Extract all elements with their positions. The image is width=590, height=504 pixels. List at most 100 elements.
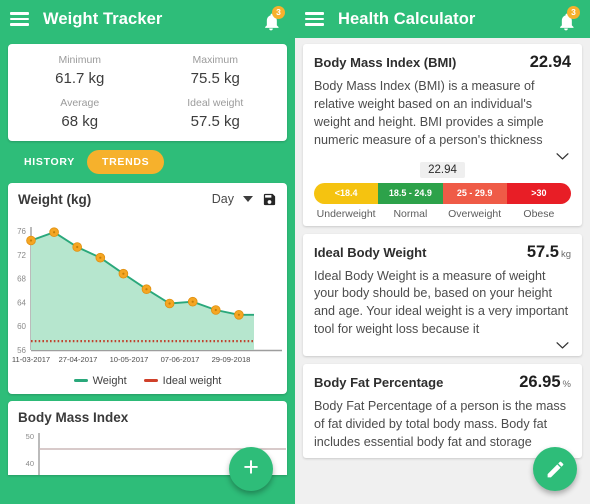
- y-axis-ticks: 76 72 68 64 60 56: [17, 227, 26, 355]
- weight-line-chart: 76 72 68 64 60 56 11-03-2017 27-04-2017 …: [12, 226, 282, 364]
- card-title: Ideal Body Weight: [314, 244, 427, 260]
- tab-history[interactable]: HISTORY: [12, 150, 87, 174]
- hamburger-icon[interactable]: [10, 12, 29, 26]
- card-body-mass-index[interactable]: Body Mass Index (BMI) 22.94 Body Mass In…: [303, 44, 582, 226]
- summary-maximum: Maximum 75.5 kg: [148, 53, 284, 87]
- summary-label: Average: [60, 96, 100, 109]
- weight-chart-plot: 76 72 68 64 60 56 11-03-2017 27-04-2017 …: [8, 211, 287, 374]
- svg-text:64: 64: [17, 298, 26, 307]
- hamburger-icon[interactable]: [305, 12, 324, 26]
- x-axis-ticks: 11-03-2017 27-04-2017 10-05-2017 07-06-2…: [12, 355, 251, 364]
- page-title: Health Calculator: [338, 9, 476, 28]
- summary-row: Minimum 61.7 kg Maximum 75.5 kg: [12, 53, 283, 87]
- notification-bell-button[interactable]: 3: [554, 6, 580, 32]
- summary-ideal-weight: Ideal weight 57.5 kg: [148, 96, 284, 130]
- bmi-segment-overweight: 25 - 29.9: [442, 182, 507, 204]
- calculator-card-list: Body Mass Index (BMI) 22.94 Body Mass In…: [295, 38, 590, 458]
- pencil-icon: [547, 461, 563, 477]
- bmi-label-overweight: Overweight: [448, 207, 502, 220]
- tab-bar: HISTORY TRENDS: [0, 141, 295, 183]
- summary-label: Ideal weight: [187, 96, 244, 109]
- legend-item-weight: Weight: [73, 374, 127, 387]
- tab-trends[interactable]: TRENDS: [87, 149, 165, 174]
- summary-label: Minimum: [58, 54, 102, 66]
- page-title: Weight Tracker: [43, 9, 163, 28]
- card-header: Body Fat Percentage 26.95 %: [314, 373, 571, 392]
- summary-label: Maximum: [192, 54, 238, 66]
- bmi-segment-obese: >30: [506, 182, 571, 204]
- card-header: Body Mass Index (BMI) 22.94: [314, 53, 571, 72]
- card-header: Ideal Body Weight 57.5 kg: [314, 243, 571, 262]
- save-icon[interactable]: [262, 192, 277, 207]
- bmi-segment-normal: 18.5 - 24.9: [378, 182, 443, 204]
- card-body-fat-percentage[interactable]: Body Fat Percentage 26.95 % Body Fat Per…: [303, 364, 582, 458]
- bmi-scale-bar: <18.4 18.5 - 24.9 25 - 29.9 >30: [314, 182, 571, 204]
- right-pane-health-calculator: Health Calculator 3 Body Mass Index (BMI…: [295, 0, 590, 504]
- card-value: 26.95: [519, 373, 561, 391]
- notification-badge: 3: [567, 6, 580, 19]
- bmi-y-ticks: 50 40: [26, 432, 34, 468]
- legend-swatch: [143, 379, 158, 382]
- bmi-label-underweight: Underweight: [316, 207, 376, 220]
- chart-header: Weight (kg) Day: [8, 183, 287, 211]
- left-pane-weight-tracker: Weight Tracker 3 Minimum 61.7 kg Maximum…: [0, 0, 295, 504]
- summary-value: 57.5 kg: [190, 112, 240, 130]
- card-description: Ideal Body Weight is a measure of weight…: [314, 268, 569, 337]
- svg-text:72: 72: [17, 250, 26, 259]
- notification-badge: 3: [272, 6, 285, 19]
- period-select[interactable]: Day: [212, 192, 234, 206]
- card-title: Body Fat Percentage: [314, 375, 444, 390]
- svg-text:76: 76: [17, 227, 26, 236]
- chart-controls: Day: [212, 192, 277, 207]
- weight-summary-card: Minimum 61.7 kg Maximum 75.5 kg Average …: [8, 44, 287, 141]
- left-appbar: Weight Tracker 3: [0, 0, 295, 38]
- plus-icon: +: [243, 452, 259, 482]
- svg-text:60: 60: [17, 322, 26, 331]
- svg-text:27-04-2017: 27-04-2017: [59, 355, 98, 364]
- summary-value: 61.7 kg: [55, 69, 105, 87]
- bmi-marker-value: 22.94: [420, 161, 465, 178]
- card-ideal-body-weight[interactable]: Ideal Body Weight 57.5 kg Ideal Body Wei…: [303, 233, 582, 356]
- svg-text:11-03-2017: 11-03-2017: [12, 355, 50, 364]
- card-title: Body Mass Index (BMI): [314, 55, 457, 70]
- card-description: Body Mass Index (BMI) is a measure of re…: [314, 79, 544, 147]
- chart-legend: Weight Ideal weight: [8, 374, 287, 394]
- summary-row: Average 68 kg Ideal weight 57.5 kg: [12, 96, 283, 130]
- svg-text:29-09-2018: 29-09-2018: [212, 355, 251, 364]
- summary-value: 68 kg: [61, 112, 99, 130]
- screenshot-root: Weight Tracker 3 Minimum 61.7 kg Maximum…: [0, 0, 590, 504]
- bmi-segment-underweight: <18.4: [314, 182, 379, 204]
- svg-text:07-06-2017: 07-06-2017: [161, 355, 200, 364]
- summary-average: Average 68 kg: [12, 96, 148, 130]
- chevron-down-icon[interactable]: [556, 152, 569, 161]
- legend-swatch: [73, 379, 88, 382]
- edit-fab[interactable]: [533, 447, 577, 491]
- right-appbar: Health Calculator 3: [295, 0, 590, 38]
- bmi-label-obese: Obese: [523, 207, 555, 220]
- svg-text:56: 56: [17, 346, 26, 355]
- svg-text:10-05-2017: 10-05-2017: [110, 355, 149, 364]
- weight-chart-card: Weight (kg) Day 76 72 68 64 60 56 11-03-…: [8, 182, 287, 394]
- bmi-chart-title: Body Mass Index: [18, 409, 129, 425]
- chart-title: Weight (kg): [18, 191, 92, 207]
- svg-text:68: 68: [17, 274, 26, 283]
- card-unit: %: [562, 379, 571, 390]
- chevron-down-icon[interactable]: [556, 341, 569, 350]
- svg-text:50: 50: [26, 432, 34, 441]
- card-value: 22.94: [529, 53, 571, 71]
- chevron-down-icon[interactable]: [243, 196, 253, 202]
- bmi-marker-wrap: 22.94: [314, 161, 571, 178]
- svg-text:40: 40: [26, 459, 34, 468]
- notification-bell-button[interactable]: 3: [259, 6, 285, 32]
- legend-label: Ideal weight: [162, 374, 222, 387]
- card-unit: kg: [560, 248, 571, 260]
- add-entry-fab[interactable]: +: [229, 447, 273, 491]
- bmi-label-normal: Normal: [393, 207, 428, 220]
- card-description: Body Fat Percentage of a person is the m…: [314, 399, 567, 449]
- summary-minimum: Minimum 61.7 kg: [12, 53, 148, 87]
- card-value: 57.5: [526, 242, 559, 261]
- summary-value: 75.5 kg: [190, 69, 240, 87]
- bmi-scale-labels: Underweight Normal Overweight Obese: [314, 208, 571, 220]
- legend-label: Weight: [92, 374, 127, 387]
- legend-item-ideal-weight: Ideal weight: [143, 374, 222, 387]
